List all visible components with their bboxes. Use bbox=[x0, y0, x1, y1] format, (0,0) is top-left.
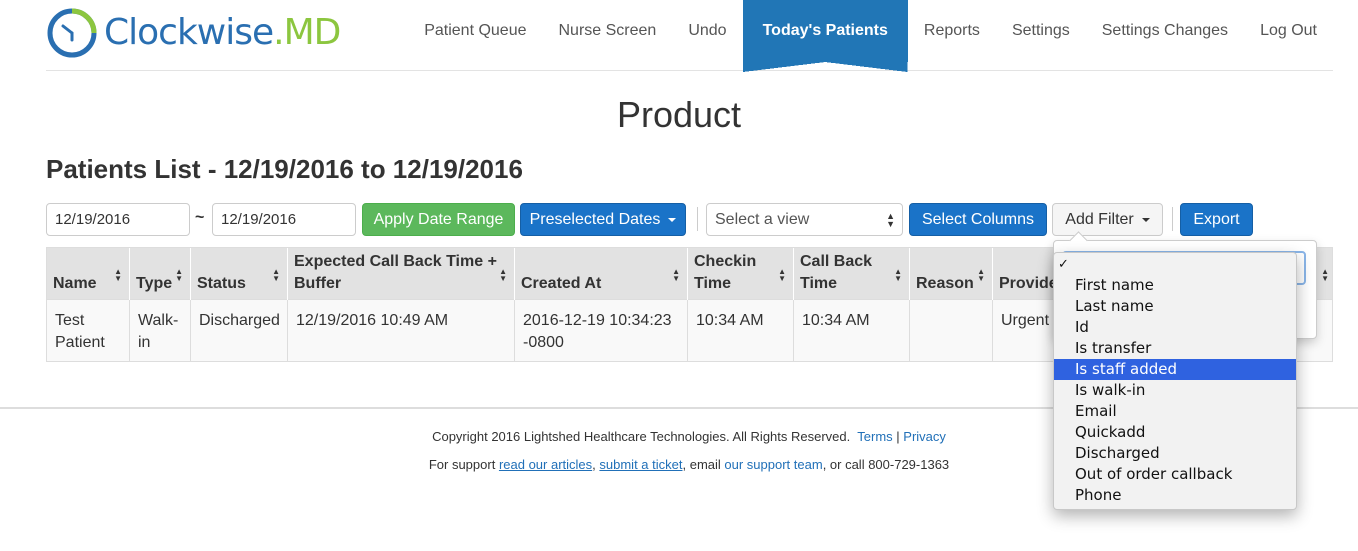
header: Clockwise.MD Patient Queue Nurse Screen … bbox=[46, 0, 1333, 72]
apply-date-range-button[interactable]: Apply Date Range bbox=[362, 203, 515, 236]
sort-icon: ▲ ▼ bbox=[272, 267, 280, 283]
column-header-call-back-time[interactable]: Call Back Time ▲ ▼ bbox=[794, 248, 910, 301]
filter-field-menu: ✓ First name Last name Id Is transfer Is… bbox=[1053, 252, 1297, 510]
nav-undo[interactable]: Undo bbox=[672, 0, 742, 62]
sort-icon: ▲ ▼ bbox=[175, 267, 183, 283]
column-header-checkin-time[interactable]: Checkin Time ▲ ▼ bbox=[688, 248, 794, 301]
call-text: , or call 800-729-1363 bbox=[822, 457, 950, 472]
caret-down-icon bbox=[668, 217, 677, 222]
nav-settings-changes[interactable]: Settings Changes bbox=[1086, 0, 1244, 62]
privacy-link[interactable]: Privacy bbox=[903, 429, 946, 444]
filter-option-last-name[interactable]: Last name bbox=[1054, 296, 1296, 317]
toolbar-divider bbox=[697, 207, 698, 231]
toolbar-divider bbox=[1172, 207, 1173, 231]
clock-logo-icon bbox=[47, 8, 97, 58]
nav-reports[interactable]: Reports bbox=[908, 0, 996, 62]
column-header-status[interactable]: Status ▲ ▼ bbox=[191, 248, 288, 301]
submit-ticket-link[interactable]: submit a ticket bbox=[599, 457, 682, 472]
sort-icon: ▲ ▼ bbox=[114, 267, 122, 283]
footer-link-divider: | bbox=[896, 429, 900, 444]
filter-option-id[interactable]: Id bbox=[1054, 317, 1296, 338]
select-arrows-icon: ▲▼ bbox=[886, 211, 895, 229]
column-header-name[interactable]: Name ▲ ▼ bbox=[47, 248, 130, 301]
filter-option-discharged[interactable]: Discharged bbox=[1054, 443, 1296, 464]
column-header-reason[interactable]: Reason ▲ ▼ bbox=[910, 248, 993, 301]
add-filter-button[interactable]: Add Filter bbox=[1052, 203, 1163, 236]
copyright-text: Copyright 2016 Lightshed Healthcare Tech… bbox=[432, 429, 851, 444]
email-text: , email bbox=[682, 457, 721, 472]
column-header-expected-call-back[interactable]: Expected Call Back Time + Buffer ▲ ▼ bbox=[288, 248, 515, 301]
column-header-type[interactable]: Type ▲ ▼ bbox=[130, 248, 191, 301]
table-cell-created: 2016-12-19 10:34:23 -0800 bbox=[515, 300, 688, 361]
column-header-created-at[interactable]: Created At ▲ ▼ bbox=[515, 248, 688, 301]
main-nav: Patient Queue Nurse Screen Undo Today's … bbox=[408, 0, 1333, 72]
page-title: Product bbox=[616, 94, 742, 135]
sort-icon: ▲ ▼ bbox=[778, 267, 786, 283]
table-cell-callback: 10:34 AM bbox=[794, 300, 910, 361]
sort-icon: ▲ ▼ bbox=[499, 267, 507, 283]
preselected-dates-button[interactable]: Preselected Dates bbox=[520, 203, 686, 236]
select-view-label: Select a view bbox=[715, 210, 810, 228]
support-prefix: For support bbox=[428, 457, 496, 472]
support-team-link[interactable]: our support team bbox=[724, 457, 822, 472]
select-columns-button[interactable]: Select Columns bbox=[909, 203, 1047, 236]
sort-icon: ▲ ▼ bbox=[1321, 267, 1329, 283]
terms-link[interactable]: Terms bbox=[857, 429, 892, 444]
nav-settings[interactable]: Settings bbox=[996, 0, 1086, 62]
date-range-separator: ~ bbox=[195, 209, 205, 226]
table-cell-type: Walk-in bbox=[130, 300, 191, 361]
filter-option-out-of-order-callback[interactable]: Out of order callback bbox=[1054, 464, 1296, 485]
table-cell-checkin: 10:34 AM bbox=[688, 300, 794, 361]
nav-nurse-screen[interactable]: Nurse Screen bbox=[543, 0, 673, 62]
sort-icon: ▲ ▼ bbox=[672, 267, 680, 283]
filter-option-email[interactable]: Email bbox=[1054, 401, 1296, 422]
add-filter-label: Add Filter bbox=[1065, 210, 1134, 228]
table-cell-expected: 12/19/2016 10:49 AM bbox=[288, 300, 515, 361]
start-date-input[interactable]: 12/19/2016 bbox=[46, 203, 190, 236]
filter-option-first-name[interactable]: First name bbox=[1054, 275, 1296, 296]
nav-patient-queue[interactable]: Patient Queue bbox=[408, 0, 542, 62]
nav-todays-patients[interactable]: Today's Patients bbox=[742, 0, 909, 72]
logo[interactable]: Clockwise.MD bbox=[46, 7, 341, 59]
nav-log-out[interactable]: Log Out bbox=[1244, 0, 1333, 62]
export-button[interactable]: Export bbox=[1180, 203, 1253, 236]
filter-option-quickadd[interactable]: Quickadd bbox=[1054, 422, 1296, 443]
filter-option-blank[interactable]: ✓ bbox=[1054, 254, 1296, 275]
end-date-input[interactable]: 12/19/2016 bbox=[212, 203, 356, 236]
sort-icon: ▲ ▼ bbox=[894, 267, 902, 283]
brand-name-part2: .MD bbox=[273, 12, 341, 53]
table-cell-name[interactable]: Test Patient bbox=[47, 300, 130, 361]
brand-name: Clockwise.MD bbox=[104, 12, 341, 53]
preselected-dates-label: Preselected Dates bbox=[529, 210, 661, 228]
filter-option-phone[interactable]: Phone bbox=[1054, 485, 1296, 506]
patients-list-title: Patients List - 12/19/2016 to 12/19/2016 bbox=[46, 154, 523, 184]
filter-option-is-walk-in[interactable]: Is walk-in bbox=[1054, 380, 1296, 401]
filter-option-is-transfer[interactable]: Is transfer bbox=[1054, 338, 1296, 359]
brand-name-part1: Clockwise bbox=[104, 12, 274, 53]
table-cell-reason bbox=[910, 300, 993, 361]
sort-icon: ▲ ▼ bbox=[977, 267, 985, 283]
caret-down-icon bbox=[1141, 217, 1150, 222]
select-view-dropdown[interactable]: Select a view ▲ ▼ bbox=[706, 203, 903, 236]
filter-option-is-staff-added[interactable]: Is staff added bbox=[1054, 359, 1296, 380]
read-articles-link[interactable]: read our articles bbox=[499, 457, 592, 472]
table-cell-status: Discharged bbox=[191, 300, 288, 361]
checkmark-icon: ✓ bbox=[1058, 257, 1069, 272]
